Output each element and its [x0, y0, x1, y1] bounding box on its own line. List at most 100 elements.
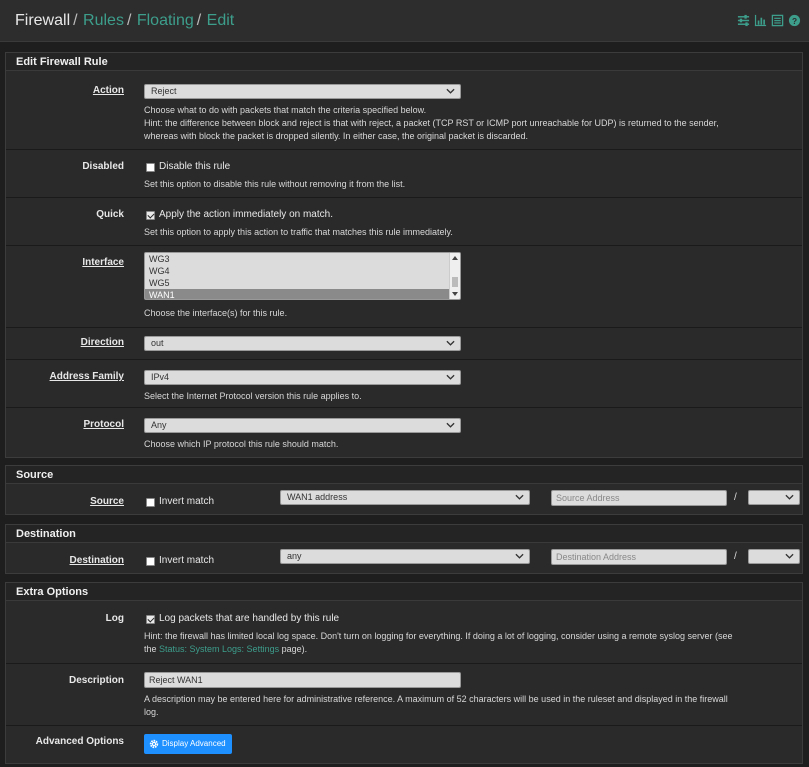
destination-invert-checkbox[interactable]	[146, 557, 155, 566]
source-slash: /	[734, 492, 737, 503]
log-help-text: page).	[279, 644, 308, 654]
quick-checkbox-label: Apply the action immediately on match.	[159, 209, 333, 220]
chevron-down-icon	[446, 340, 455, 346]
action-help-line: Hint: the difference between block and r…	[144, 118, 719, 128]
svg-text:?: ?	[792, 16, 797, 26]
source-invert-checkbox[interactable]	[146, 498, 155, 507]
direction-select[interactable]: out	[144, 336, 461, 351]
direction-label: Direction	[80, 337, 124, 348]
extra-options-panel: Extra Options Log Log packets that are h…	[5, 582, 803, 764]
panel-title: Edit Firewall Rule	[6, 53, 802, 71]
scroll-up-arrow-icon[interactable]	[452, 256, 458, 260]
quick-label: Quick	[96, 209, 124, 220]
direction-value: out	[151, 338, 164, 348]
advanced-options-label: Advanced Options	[35, 736, 124, 747]
advanced-options-row: Advanced Options Display Advanced	[6, 726, 802, 763]
destination-mask-select[interactable]	[748, 549, 800, 564]
description-label: Description	[68, 675, 124, 686]
address-family-value: IPv4	[151, 372, 170, 382]
action-row: Action Reject Choose what to do with pac…	[6, 72, 802, 150]
breadcrumb-firewall: Firewall	[15, 12, 71, 29]
disabled-checkbox-label: Disable this rule	[159, 161, 231, 172]
action-select[interactable]: Reject	[144, 84, 461, 99]
interface-listbox[interactable]: WG3 WG4 WG5 WAN1	[144, 252, 461, 300]
log-checkbox[interactable]	[146, 615, 155, 624]
quick-checkbox[interactable]	[146, 211, 155, 220]
scroll-thumb[interactable]	[452, 277, 458, 287]
address-family-label: Address Family	[49, 371, 124, 382]
destination-type-select[interactable]: any	[280, 549, 530, 564]
disabled-help: Set this option to disable this rule wit…	[144, 179, 406, 189]
source-type-select[interactable]: WAN1 address	[280, 490, 530, 505]
page-header: Firewall / Rules / Floating / Edit ?	[0, 0, 809, 42]
interface-option[interactable]: WG4	[145, 265, 460, 277]
scrollbar[interactable]	[449, 253, 460, 299]
breadcrumb-separator: /	[196, 12, 202, 29]
interface-help: Choose the interface(s) for this rule.	[144, 308, 288, 318]
panel-title: Source	[6, 466, 802, 484]
source-address-input[interactable]: Source Address	[551, 490, 727, 506]
destination-panel: Destination Destination Invert match any…	[5, 524, 803, 574]
interface-option-selected[interactable]: WAN1	[145, 289, 460, 299]
log-help: Hint: the firewall has limited local log…	[144, 630, 794, 656]
log-label: Log	[105, 613, 124, 624]
destination-label: Destination	[69, 555, 124, 566]
quick-row: Quick Apply the action immediately on ma…	[6, 198, 802, 246]
protocol-row: Protocol Any Choose which IP protocol th…	[6, 408, 802, 457]
display-advanced-label: Display Advanced	[162, 739, 226, 748]
protocol-select[interactable]: Any	[144, 418, 461, 433]
destination-address-input[interactable]: Destination Address	[551, 549, 727, 565]
help-icon[interactable]: ?	[788, 14, 801, 27]
address-family-help: Select the Internet Protocol version thi…	[144, 391, 362, 401]
chevron-down-icon	[515, 494, 524, 500]
description-input[interactable]: Reject WAN1	[144, 672, 461, 688]
log-help-text: the	[144, 644, 160, 654]
protocol-label: Protocol	[83, 419, 124, 430]
destination-invert-label: Invert match	[159, 555, 215, 566]
action-help-line: Choose what to do with packets that matc…	[144, 105, 427, 115]
description-help: A description may be entered here for ad…	[144, 693, 794, 719]
breadcrumb-floating[interactable]: Floating	[137, 12, 194, 29]
action-help: Choose what to do with packets that matc…	[144, 104, 794, 143]
interface-label: Interface	[82, 257, 124, 268]
breadcrumb-separator: /	[73, 12, 78, 29]
breadcrumb-separator: /	[126, 12, 132, 29]
source-type-value: WAN1 address	[287, 492, 348, 502]
list-icon[interactable]	[771, 14, 784, 27]
interface-option[interactable]: WG5	[145, 277, 460, 289]
sliders-icon[interactable]	[737, 14, 750, 27]
log-help-line: Hint: the firewall has limited local log…	[144, 631, 733, 641]
chevron-down-icon	[446, 88, 455, 94]
source-row: Source Invert match WAN1 address Source …	[6, 485, 802, 514]
chevron-down-icon	[785, 494, 794, 500]
bar-chart-icon[interactable]	[754, 14, 767, 27]
destination-type-value: any	[287, 551, 302, 561]
breadcrumb-rules[interactable]: Rules	[83, 12, 124, 29]
source-panel: Source Source Invert match WAN1 address …	[5, 465, 803, 515]
address-family-select[interactable]: IPv4	[144, 370, 461, 385]
description-help-line: log.	[144, 707, 159, 717]
disabled-label: Disabled	[82, 161, 124, 172]
protocol-help: Choose which IP protocol this rule shoul…	[144, 439, 339, 449]
interface-row: Interface WG3 WG4 WG5 WAN1 Choose the in…	[6, 246, 802, 328]
address-family-row: Address Family IPv4 Select the Internet …	[6, 360, 802, 408]
action-label: Action	[92, 85, 124, 96]
destination-slash: /	[734, 551, 737, 562]
panel-title: Extra Options	[6, 583, 802, 601]
interface-option[interactable]: WG3	[145, 253, 460, 265]
breadcrumb: Firewall / Rules / Floating / Edit	[15, 12, 234, 30]
gear-icon	[149, 739, 159, 749]
action-value: Reject	[151, 86, 177, 96]
chevron-down-icon	[785, 553, 794, 559]
system-logs-settings-link[interactable]: Status: System Logs: Settings	[159, 644, 279, 654]
description-row: Description Reject WAN1 A description ma…	[6, 664, 802, 726]
source-mask-select[interactable]	[748, 490, 800, 505]
display-advanced-button[interactable]: Display Advanced	[144, 734, 232, 754]
description-help-line: A description may be entered here for ad…	[144, 694, 728, 704]
log-row: Log Log packets that are handled by this…	[6, 602, 802, 664]
scroll-down-arrow-icon[interactable]	[452, 292, 458, 296]
disabled-checkbox[interactable]	[146, 163, 155, 172]
log-help-line: the Status: System Logs: Settings page).	[144, 643, 794, 656]
source-invert-label: Invert match	[159, 496, 215, 507]
breadcrumb-edit[interactable]: Edit	[207, 12, 235, 29]
